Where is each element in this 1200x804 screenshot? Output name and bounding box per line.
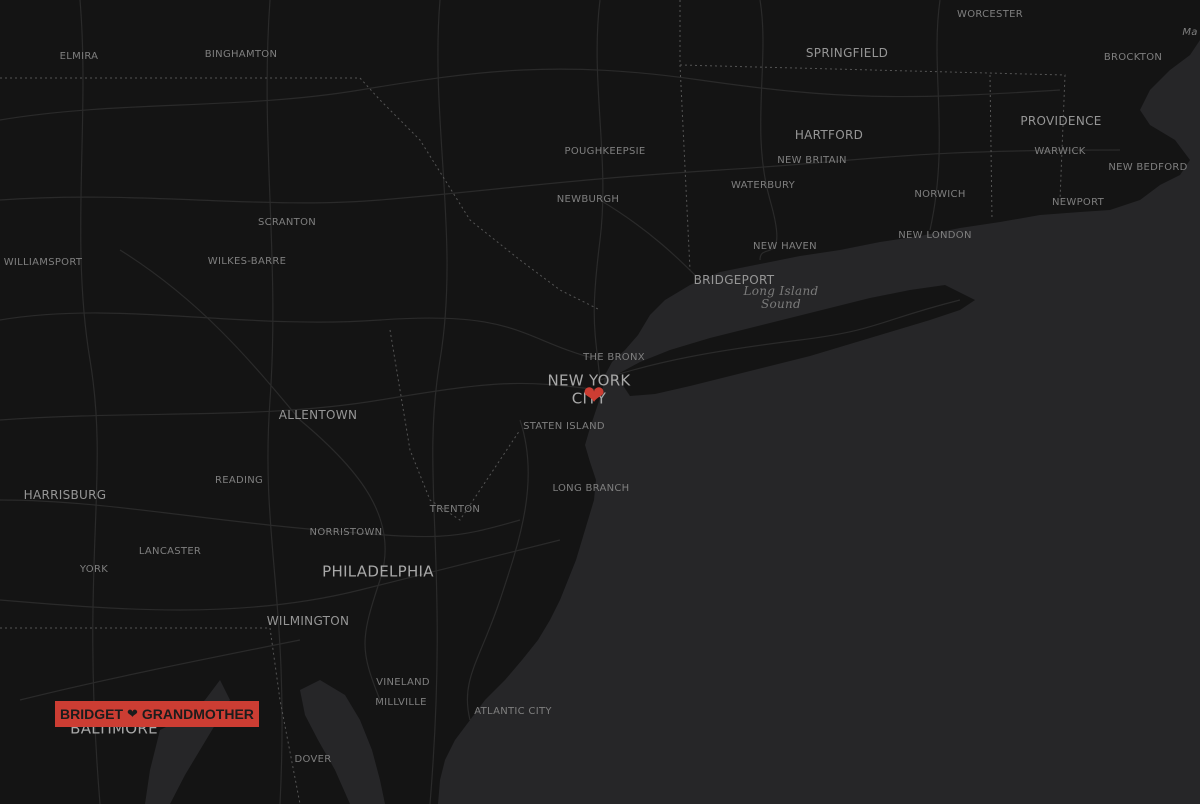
place-label-scranton: SCRANTON — [257, 217, 317, 228]
place-label-wilkes-barre: WILKES-BARRE — [207, 256, 287, 267]
place-label-york: YORK — [79, 564, 109, 575]
heart-icon[interactable]: ❤ — [583, 383, 605, 409]
place-label-reading: READING — [214, 475, 264, 486]
place-label-williamsport: WILLIAMSPORT — [3, 257, 83, 268]
place-label-waterbury: WATERBURY — [730, 180, 796, 191]
place-label-norwich: NORWICH — [914, 189, 966, 200]
place-label-norristown: NORRISTOWN — [309, 527, 383, 538]
long-island-sound-line-2: Sound — [760, 297, 802, 311]
map-canvas[interactable]: ELMIRA BINGHAMTON WORCESTER Ma SPRINGFIE… — [0, 0, 1200, 804]
place-label-trenton: TRENTON — [429, 504, 481, 515]
place-label-brockton: BROCKTON — [1103, 52, 1163, 63]
place-label-the-bronx: THE BRONX — [583, 352, 645, 363]
badge-heart-icon: ❤ — [127, 706, 138, 722]
place-label-philadelphia: PHILADELPHIA — [322, 562, 434, 581]
place-label-new-haven: NEW HAVEN — [753, 241, 817, 252]
place-label-lancaster: LANCASTER — [138, 546, 202, 557]
place-label-poughkeepsie: POUGHKEEPSIE — [564, 146, 646, 157]
badge-name-left: BRIDGET — [60, 706, 123, 722]
place-label-long-branch: LONG BRANCH — [552, 483, 630, 494]
place-label-atlantic-city: ATLANTIC CITY — [474, 706, 552, 717]
place-label-dover: DOVER — [294, 754, 332, 765]
badge-name-right: GRANDMOTHER — [141, 706, 254, 722]
place-label-ma: Ma — [1182, 27, 1198, 38]
place-label-harrisburg: HARRISBURG — [23, 488, 107, 502]
place-label-worcester: WORCESTER — [957, 9, 1023, 20]
long-island-sound-line-1: Long Island — [743, 283, 819, 298]
place-label-warwick: WARWICK — [1034, 146, 1086, 157]
place-label-elmira: ELMIRA — [59, 51, 99, 62]
place-label-newburgh: NEWBURGH — [556, 194, 620, 205]
place-label-newport: NEWPORT — [1051, 197, 1105, 208]
title-badge: BRIDGET ❤ GRANDMOTHER — [55, 701, 259, 727]
place-label-new-britain: NEW BRITAIN — [777, 155, 847, 166]
place-label-wilmington: WILMINGTON — [266, 614, 350, 628]
place-label-new-bedford: NEW BEDFORD — [1108, 162, 1188, 173]
place-label-staten-island: STATEN ISLAND — [523, 421, 605, 432]
place-label-long-island-sound: Long Island Sound — [743, 283, 819, 311]
place-label-springfield: SPRINGFIELD — [805, 46, 889, 60]
place-label-vineland: VINELAND — [376, 677, 430, 688]
place-label-allentown: ALLENTOWN — [278, 408, 358, 422]
place-label-providence: PROVIDENCE — [1020, 114, 1102, 128]
place-label-binghamton: BINGHAMTON — [204, 49, 278, 60]
place-label-hartford: HARTFORD — [794, 128, 864, 142]
place-label-new-london: NEW LONDON — [898, 230, 972, 241]
place-label-millville: MILLVILLE — [375, 697, 427, 708]
